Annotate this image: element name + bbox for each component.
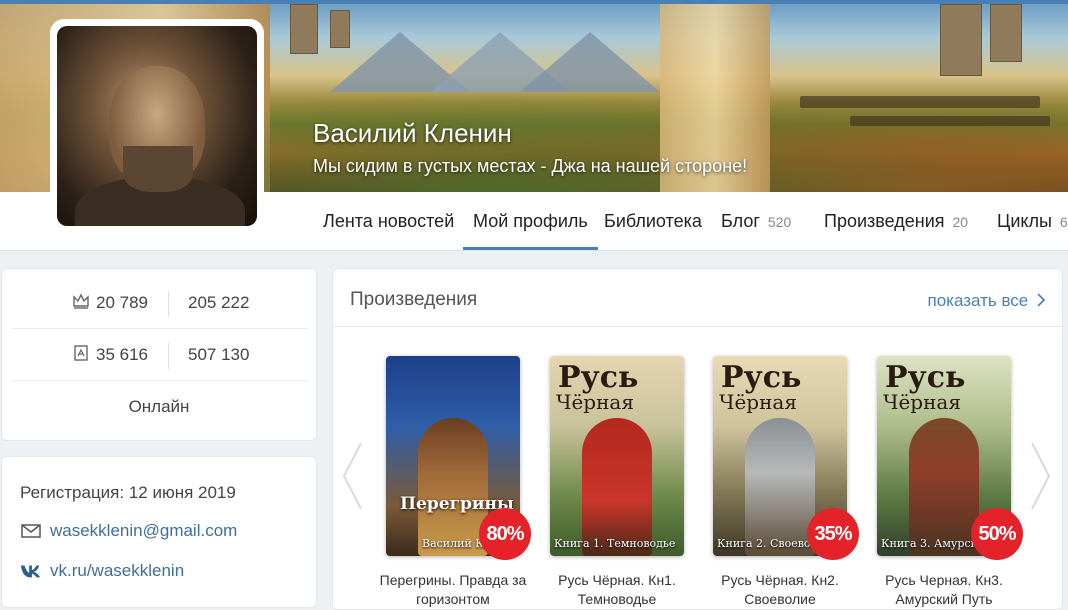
vk-row: vk.ru/wasekklenin (20, 561, 184, 581)
rating-right-value: 205 222 (188, 293, 250, 312)
show-all-link[interactable]: показать все (927, 291, 1046, 311)
divider (333, 326, 1062, 327)
banner-tower (940, 4, 982, 76)
info-card: Регистрация: 12 июня 2019 wasekklenin@gm… (1, 456, 317, 608)
cover-figure (582, 418, 652, 556)
nav-label: Произведения (824, 211, 945, 231)
nav-item-blog[interactable]: Блог 520 (721, 192, 791, 250)
books-stat[interactable]: 35 616 (72, 329, 148, 381)
banner-army (850, 116, 1050, 126)
book-title[interactable]: Русь Чёрная. Кн1. Темноводье (542, 571, 692, 609)
book-title[interactable]: Русь Черная. Кн3. Амурский Путь (869, 571, 1019, 609)
nav-label: Библиотека (604, 211, 702, 231)
email-link[interactable]: wasekklenin@gmail.com (50, 521, 237, 540)
avatar-beard (123, 146, 193, 192)
stats-row-books: 35 616 507 130 (12, 329, 308, 381)
cover-title-2: Чёрная (556, 390, 634, 414)
nav-item-library[interactable]: Библиотека (604, 192, 702, 250)
mail-icon (21, 524, 41, 538)
email-row: wasekklenin@gmail.com (20, 521, 237, 541)
works-title: Произведения (350, 289, 478, 310)
crown-icon (73, 293, 89, 309)
works-card: Произведения показать все Перегрины Васи… (332, 268, 1063, 610)
rating-value: 20 789 (96, 293, 148, 312)
cover-figure (745, 418, 815, 556)
cover-figure (909, 418, 979, 556)
nav-item-news[interactable]: Лента новостей (323, 192, 454, 250)
banner-army (800, 96, 1040, 108)
chevron-right-icon[interactable] (1030, 441, 1052, 511)
nav-label: Циклы (997, 211, 1052, 231)
discount-badge: 35% (807, 508, 859, 560)
nav-count: 520 (767, 214, 792, 230)
cover-title-2: Чёрная (883, 390, 961, 414)
show-all-label: показать все (927, 291, 1029, 310)
nav-item-cycles[interactable]: Циклы 6 (997, 192, 1068, 250)
nav-label: Лента новостей (323, 211, 455, 231)
stats-row-rating: 20 789 205 222 (12, 277, 308, 329)
rating-stat[interactable]: 20 789 (72, 277, 148, 329)
online-status: Онлайн (128, 397, 190, 416)
cover-subtitle: Книга 1. Темноводье (554, 537, 676, 550)
book-title[interactable]: Перегрины. Правда за горизонтом (378, 571, 528, 609)
divider (168, 343, 169, 369)
books-value: 35 616 (96, 345, 148, 364)
chevron-left-icon[interactable] (341, 441, 363, 511)
nav-label: Блог (721, 211, 760, 231)
divider (12, 380, 308, 381)
nav-label: Мой профиль (473, 211, 588, 231)
book-title[interactable]: Русь Чёрная. Кн2. Своеволие (705, 571, 855, 609)
registration-date: Регистрация: 12 июня 2019 (20, 483, 236, 502)
chevron-right-small-icon (1037, 293, 1046, 307)
nav-count: 6 (1059, 214, 1068, 230)
cover-title-2: Чёрная (719, 390, 797, 414)
banner-tower (290, 4, 318, 54)
nav-item-works[interactable]: Произведения 20 (824, 192, 968, 250)
books-right-value: 507 130 (188, 345, 250, 364)
nav-count: 20 (952, 214, 969, 230)
avatar[interactable] (57, 26, 257, 226)
divider (168, 291, 169, 317)
book-cover[interactable]: Русь Чёрная Книга 1. Темноводье (550, 356, 684, 556)
book-icon (74, 345, 88, 361)
nav-item-profile[interactable]: Мой профиль (463, 192, 598, 250)
vk-icon (20, 565, 41, 578)
discount-badge: 80% (479, 508, 531, 560)
author-motto: Мы сидим в густых местах - Джа на нашей … (313, 156, 748, 176)
author-name: Василий Кленин (313, 118, 512, 148)
cover-figure (418, 418, 488, 556)
banner-tower (330, 10, 350, 48)
avatar-frame (50, 19, 264, 233)
stats-card: 20 789 205 222 35 616 507 130 Онлайн (1, 268, 317, 441)
banner-tower (990, 4, 1022, 62)
vk-link[interactable]: vk.ru/wasekklenin (50, 561, 184, 580)
discount-badge: 50% (971, 508, 1023, 560)
